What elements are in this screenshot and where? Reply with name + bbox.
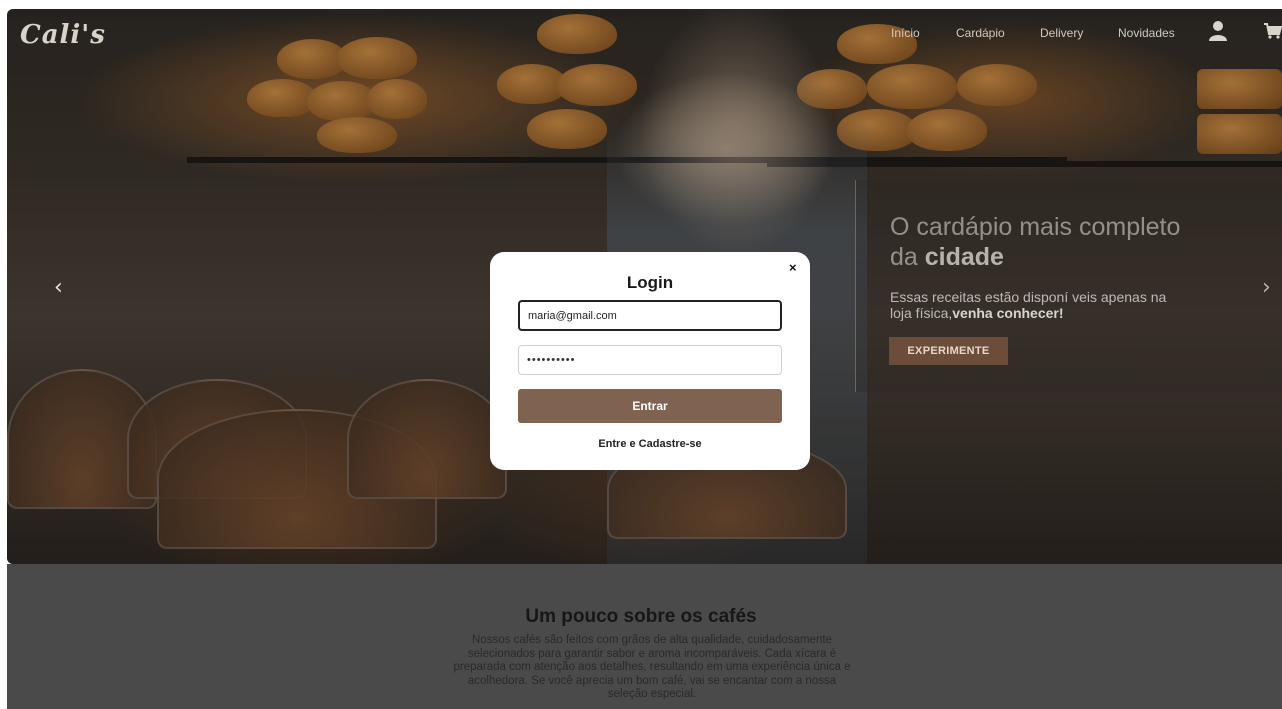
nav-item-delivery[interactable]: Delivery — [1040, 26, 1083, 40]
about-title: Um pouco sobre os cafés — [525, 606, 757, 627]
cart-icon[interactable] — [1263, 22, 1282, 40]
register-link[interactable]: Entre e Cadastre-se — [490, 438, 810, 450]
login-title: Login — [626, 273, 674, 292]
entrar-button[interactable]: Entrar — [518, 389, 782, 423]
nav-item-novidades[interactable]: Novidades — [1118, 26, 1175, 40]
promo-title-bold: cidade — [924, 243, 1004, 271]
user-icon[interactable] — [1208, 20, 1228, 42]
carousel-prev-arrow[interactable]: ‹ — [54, 275, 63, 300]
top-border — [0, 0, 1282, 9]
site-logo[interactable]: Cali's — [20, 20, 106, 50]
about-text: Nossos cafés são feitos com grãos de alt… — [453, 634, 851, 700]
nav-item-inicio[interactable]: Início — [891, 26, 920, 40]
password-field[interactable] — [518, 345, 782, 375]
promo-text: Essas receitas estão disponí veis apenas… — [890, 289, 1180, 321]
promo-title: O cardápio mais completo da cidade — [890, 212, 1210, 272]
email-field[interactable] — [518, 300, 782, 331]
experimente-button[interactable]: EXPERIMENTE — [889, 337, 1008, 365]
nav-item-cardapio[interactable]: Cardápio — [956, 26, 1005, 40]
promo-text-bold: venha conhecer! — [952, 305, 1064, 321]
left-border — [0, 0, 7, 709]
